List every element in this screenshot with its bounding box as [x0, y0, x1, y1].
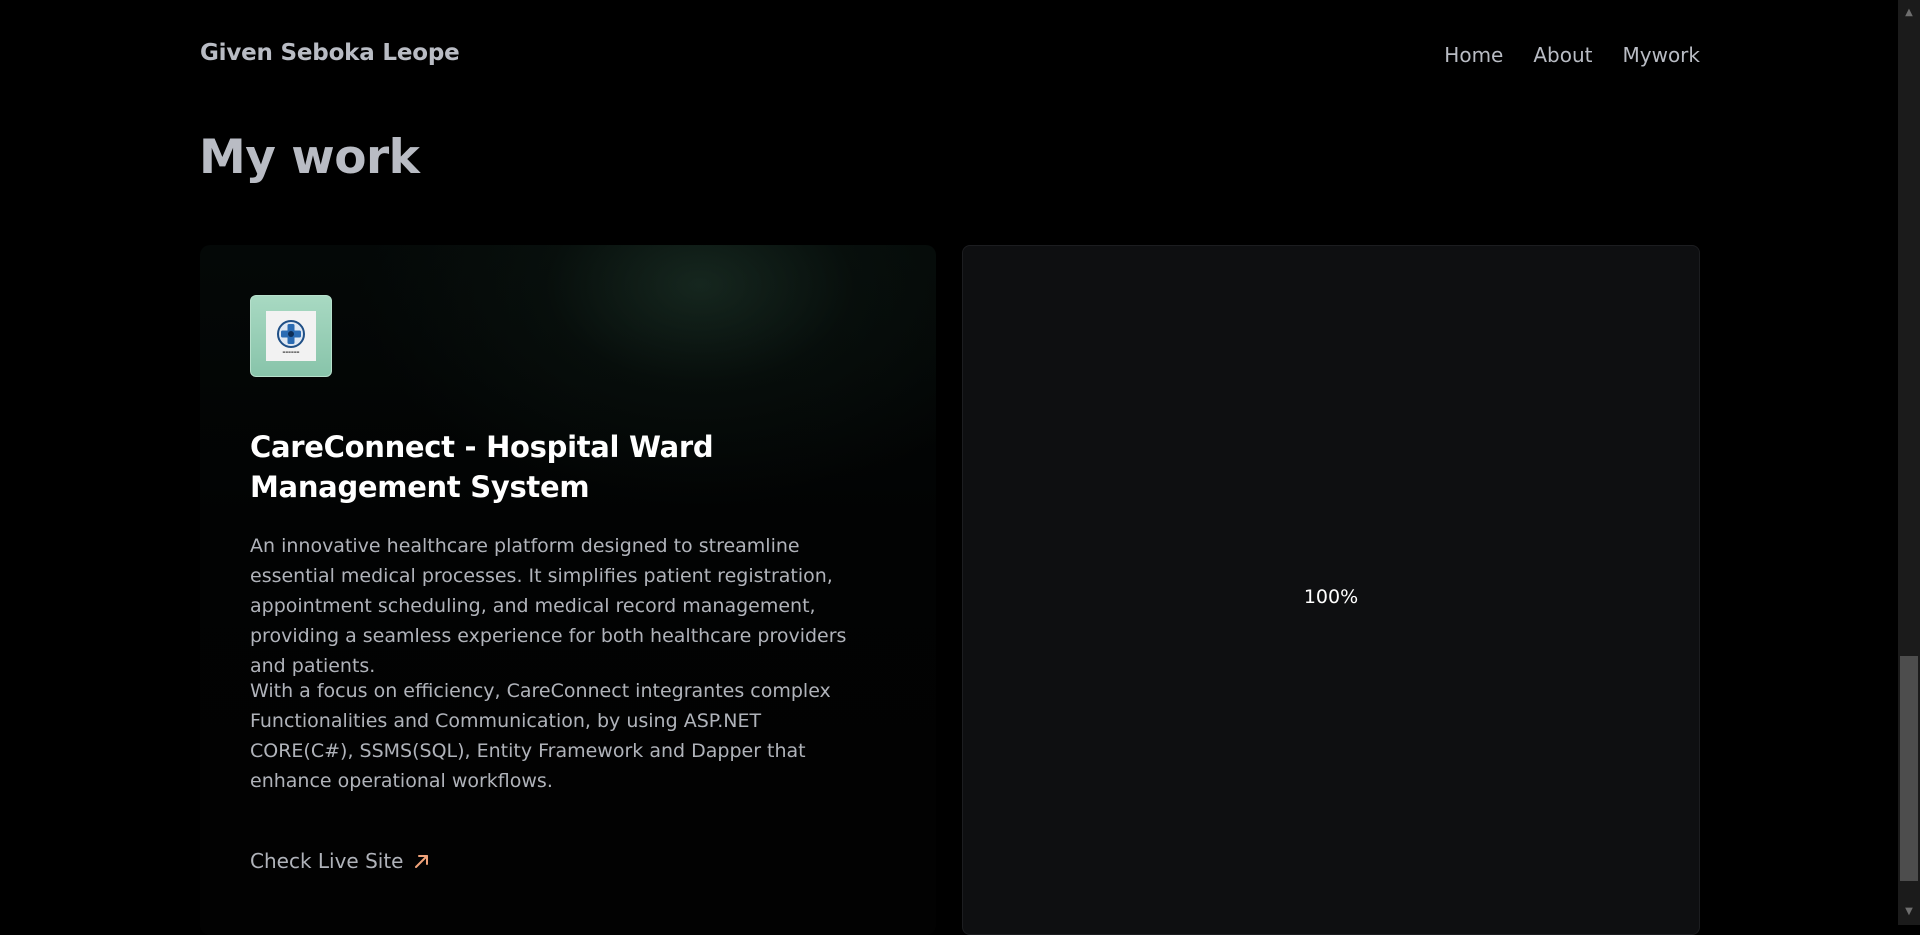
check-live-site-label: Check Live Site [250, 849, 404, 873]
scrollbar-thumb[interactable] [1900, 656, 1918, 881]
project-preview-panel[interactable]: 100% [962, 245, 1700, 935]
page-title: My work [199, 130, 420, 185]
preview-zoom-label: 100% [1303, 586, 1359, 608]
careconnect-logo-icon: ▬▬▬▬▬▬ [250, 295, 332, 377]
logo-caption: ▬▬▬▬▬▬ [282, 349, 300, 354]
site-header: Given Seboka Leope Home About Mywork [200, 40, 1700, 72]
nav-home-link[interactable]: Home [1444, 43, 1503, 67]
main-nav: Home About Mywork [1444, 43, 1700, 67]
check-live-site-link[interactable]: Check Live Site [250, 849, 431, 873]
page-scrollbar[interactable]: ▲ ▼ [1898, 0, 1920, 925]
nav-about-link[interactable]: About [1533, 43, 1592, 67]
logo-image: ▬▬▬▬▬▬ [266, 311, 316, 361]
scroll-up-icon[interactable]: ▲ [1904, 8, 1914, 18]
nav-mywork-link[interactable]: Mywork [1623, 43, 1701, 67]
project-card: ▬▬▬▬▬▬ CareConnect - Hospital Ward Manag… [200, 245, 936, 935]
medical-cross-icon [277, 319, 305, 348]
scroll-down-icon[interactable]: ▼ [1904, 907, 1914, 917]
site-brand[interactable]: Given Seboka Leope [200, 40, 460, 66]
project-description-2: With a focus on efficiency, CareConnect … [250, 680, 831, 792]
project-description-1: An innovative healthcare platform design… [250, 535, 847, 677]
project-title: CareConnect - Hospital Ward Management S… [250, 430, 714, 504]
page: Given Seboka Leope Home About Mywork My … [0, 0, 1898, 935]
arrow-up-right-icon [415, 855, 429, 868]
